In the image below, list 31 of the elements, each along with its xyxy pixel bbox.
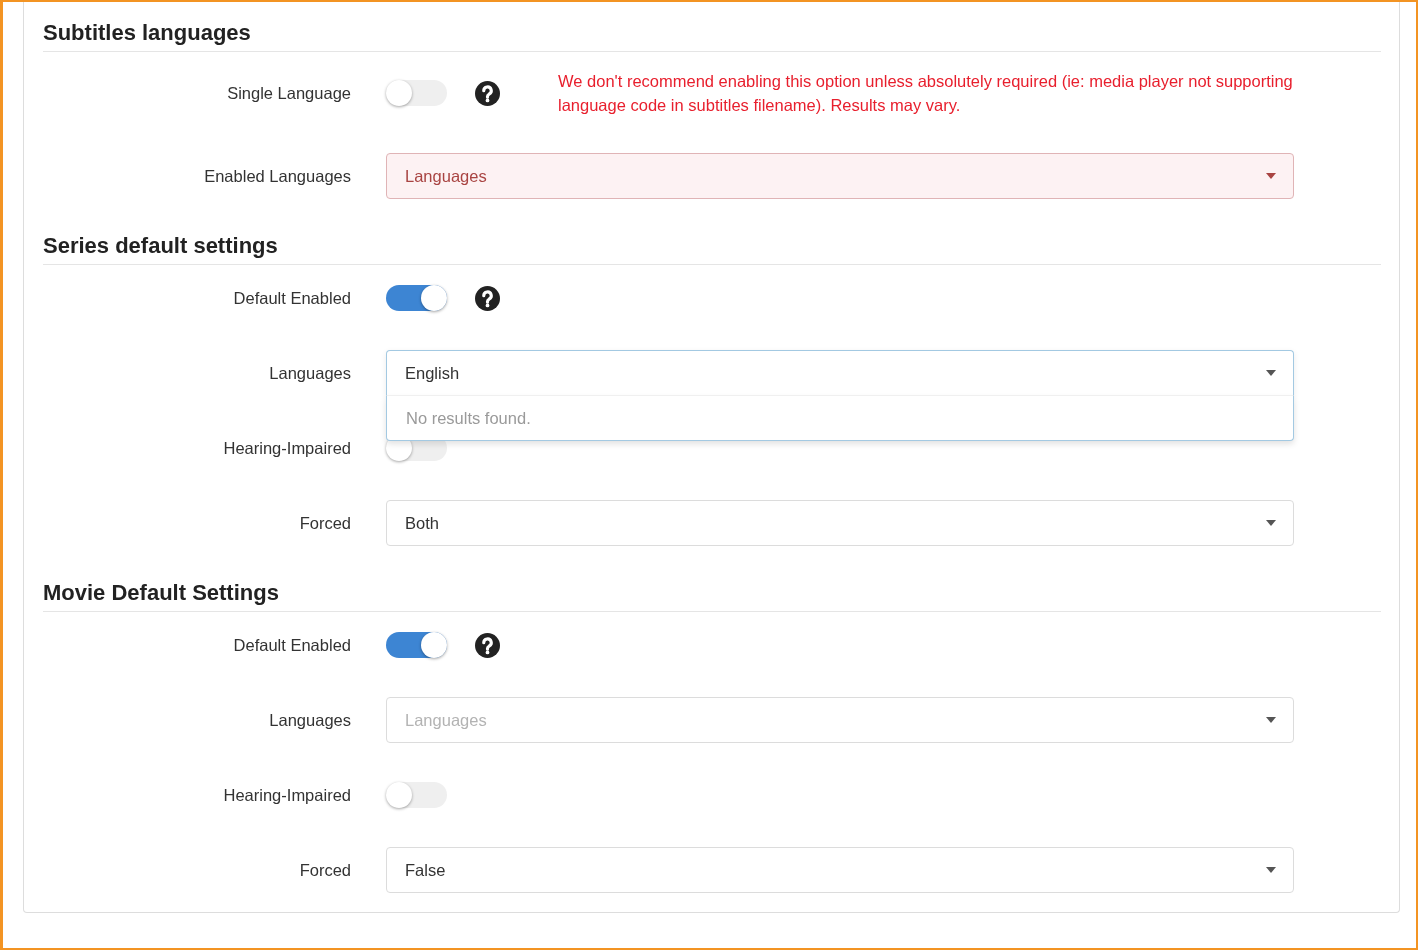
- caret-icon: [1266, 520, 1276, 526]
- section-heading: Movie Default Settings: [43, 580, 1381, 612]
- field-label: Enabled Languages: [204, 166, 351, 186]
- section-heading: Series default settings: [43, 233, 1381, 265]
- select-field[interactable]: False: [386, 847, 1294, 893]
- help-icon[interactable]: [475, 80, 500, 106]
- warning-text: We don't recommend enabling this option unless absolutely required (ie: media player not supporting language code in subtitles filename). Results may vary.: [558, 71, 1294, 116]
- caret-icon: [1266, 173, 1276, 179]
- field-label: Hearing-Impaired: [223, 785, 351, 805]
- select-field[interactable]: Languages: [386, 153, 1294, 199]
- toggle-switch[interactable]: [386, 80, 447, 106]
- field-label: Hearing-Impaired: [223, 438, 351, 458]
- caret-icon: [1266, 717, 1276, 723]
- field-label: Default Enabled: [233, 635, 351, 655]
- help-icon[interactable]: [475, 285, 500, 311]
- toggle-switch[interactable]: [386, 285, 447, 311]
- field-label: Default Enabled: [233, 288, 351, 308]
- empty-message: No results found.: [406, 408, 531, 428]
- field-label: Languages: [269, 363, 351, 383]
- select-field[interactable]: Both: [386, 500, 1294, 546]
- help-icon[interactable]: [475, 632, 500, 658]
- select-field[interactable]: English: [386, 350, 1294, 396]
- caret-icon: [1266, 370, 1276, 376]
- caret-icon: [1266, 867, 1276, 873]
- field-label: Languages: [269, 710, 351, 730]
- field-label: Forced: [299, 860, 351, 880]
- field-label: Forced: [299, 513, 351, 533]
- toggle-switch[interactable]: [386, 782, 447, 808]
- field-label: Single Language: [227, 83, 351, 103]
- section-heading: Subtitles languages: [43, 20, 1381, 52]
- toggle-switch[interactable]: [386, 632, 447, 658]
